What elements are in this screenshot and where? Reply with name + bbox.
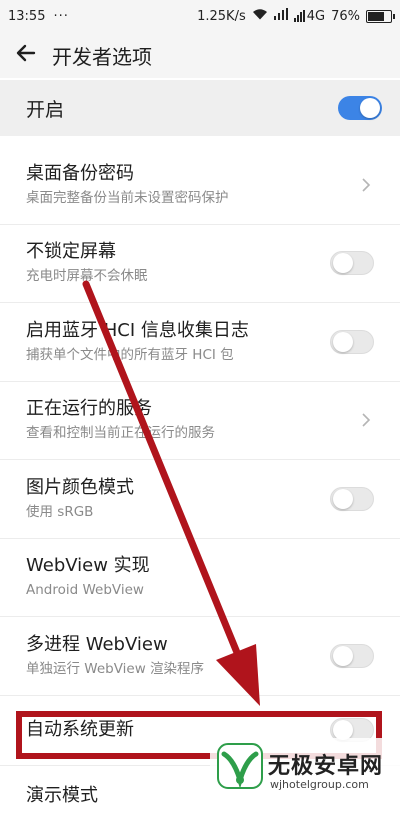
item-title: 启用蓝牙 HCI 信息收集日志 (26, 319, 249, 341)
setting-stay-awake[interactable]: 不锁定屏幕 充电时屏幕不会休眠 (0, 225, 400, 303)
setting-multiprocess-webview[interactable]: 多进程 WebView 单独运行 WebView 渲染程序 (0, 617, 400, 696)
status-bar: 13:55 ··· 1.25K/s 4G 76% (0, 0, 400, 32)
item-subtitle: Android WebView (26, 582, 144, 599)
item-title: 正在运行的服务 (26, 398, 152, 420)
network-speed: 1.25K/s (197, 8, 246, 24)
stay-awake-toggle[interactable] (330, 251, 374, 276)
item-subtitle: 桌面完整备份当前未设置密码保护 (26, 189, 229, 206)
item-text: WebView 实现 Android WebView (26, 554, 150, 600)
watermark-url: wjhotelgroup.com (270, 778, 369, 791)
signal-icon (273, 8, 288, 24)
toggle-knob (333, 645, 353, 666)
battery-level (368, 11, 384, 21)
arrow-left-icon (15, 42, 37, 68)
item-text: 启用蓝牙 HCI 信息收集日志 捕获单个文件中的所有蓝牙 HCI 包 (26, 319, 249, 365)
toggle-knob (360, 98, 380, 118)
watermark: 无极安卓网 wjhotelgroup.com (210, 738, 400, 800)
battery-icon (366, 9, 395, 23)
item-subtitle: 使用 sRGB (26, 503, 94, 520)
item-text: 自动系统更新 (26, 718, 134, 742)
item-text: 演示模式 (26, 784, 98, 808)
bluetooth-hci-log-toggle[interactable] (330, 329, 374, 354)
chevron-right-icon (358, 177, 374, 193)
developer-options-master-switch-row[interactable]: 开启 (0, 80, 400, 136)
notification-dots-icon: ··· (53, 8, 69, 24)
master-switch-label: 开启 (26, 98, 65, 121)
item-title: 桌面备份密码 (26, 162, 134, 184)
status-right: 1.25K/s 4G 76% (197, 8, 395, 24)
battery-percent: 76% (331, 8, 360, 24)
multiprocess-webview-toggle[interactable] (330, 643, 374, 668)
page-title: 开发者选项 (52, 44, 152, 69)
item-text: 图片颜色模式 使用 sRGB (26, 476, 134, 522)
watermark-name: 无极安卓网 (268, 754, 384, 779)
setting-bluetooth-hci-log[interactable]: 启用蓝牙 HCI 信息收集日志 捕获单个文件中的所有蓝牙 HCI 包 (0, 303, 400, 382)
item-text: 多进程 WebView 单独运行 WebView 渲染程序 (26, 633, 204, 679)
chevron-right-icon (358, 412, 374, 428)
item-title: 自动系统更新 (26, 719, 134, 740)
item-title: 多进程 WebView (26, 633, 168, 655)
item-title: 演示模式 (26, 784, 98, 806)
setting-webview-implementation[interactable]: WebView 实现 Android WebView (0, 539, 400, 617)
setting-running-services[interactable]: 正在运行的服务 查看和控制当前正在运行的服务 (0, 382, 400, 460)
item-title: 不锁定屏幕 (26, 241, 116, 263)
item-title: WebView 实现 (26, 555, 150, 577)
wifi-icon (252, 8, 268, 24)
settings-list: 桌面备份密码 桌面完整备份当前未设置密码保护 不锁定屏幕 充电时屏幕不会休眠 启… (0, 146, 400, 826)
status-time: 13:55 (8, 8, 46, 24)
setting-desktop-backup-password[interactable]: 桌面备份密码 桌面完整备份当前未设置密码保护 (0, 146, 400, 225)
item-subtitle: 充电时屏幕不会休眠 (26, 268, 148, 285)
toggle-knob (333, 253, 353, 274)
item-subtitle: 单独运行 WebView 渲染程序 (26, 660, 205, 677)
app-header: 开发者选项 (0, 32, 400, 78)
item-text: 不锁定屏幕 充电时屏幕不会休眠 (26, 240, 148, 286)
signal-4g-icon: 4G (293, 8, 326, 24)
toggle-knob (333, 720, 353, 740)
back-button[interactable] (6, 35, 46, 75)
network-type: 4G (306, 8, 326, 24)
item-title: 图片颜色模式 (26, 476, 134, 498)
color-mode-toggle[interactable] (330, 486, 374, 511)
toggle-knob (333, 488, 353, 509)
item-text: 正在运行的服务 查看和控制当前正在运行的服务 (26, 397, 215, 443)
item-text: 桌面备份密码 桌面完整备份当前未设置密码保护 (26, 162, 229, 208)
toggle-knob (333, 331, 353, 352)
master-toggle[interactable] (338, 96, 382, 120)
item-subtitle: 捕获单个文件中的所有蓝牙 HCI 包 (26, 346, 234, 363)
setting-picture-color-mode[interactable]: 图片颜色模式 使用 sRGB (0, 460, 400, 539)
item-subtitle: 查看和控制当前正在运行的服务 (26, 425, 215, 442)
watermark-logo-icon (216, 742, 264, 794)
